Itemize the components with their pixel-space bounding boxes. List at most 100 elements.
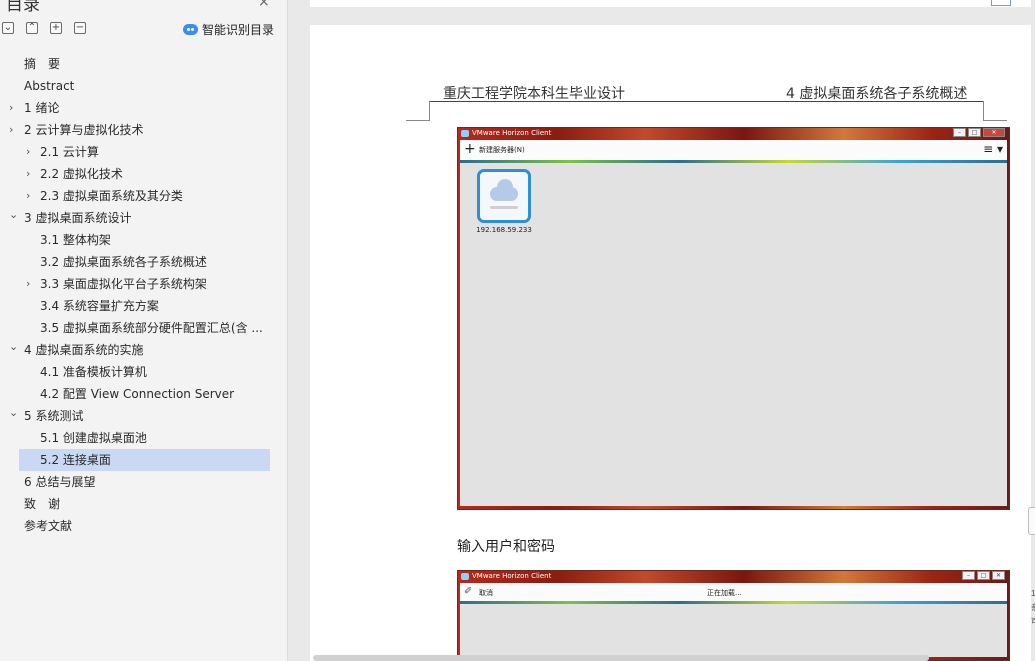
loading-status: 正在加载...: [707, 589, 742, 597]
toc-item-label: 2.3 虚拟桌面系统及其分类: [40, 189, 183, 203]
chevron-right-icon[interactable]: ›: [9, 119, 13, 141]
previous-page-bottom: [310, 0, 1031, 7]
horizon-app-icon: [461, 573, 469, 580]
toc-item[interactable]: 5.2 连接桌面: [19, 449, 270, 471]
toc-item[interactable]: › 2.1 云计算: [0, 141, 288, 163]
toc-item-label: 摘 要: [24, 57, 61, 71]
toc-item[interactable]: 5.1 创建虚拟桌面池: [0, 427, 288, 449]
chevron-right-icon[interactable]: ›: [26, 273, 30, 295]
menu-icon: ≡ ▾: [983, 142, 1003, 156]
toc-item-label: 3.3 桌面虚拟化平台子系统构架: [40, 277, 207, 291]
toc-item-label: 2 云计算与虚拟化技术: [24, 123, 144, 137]
chevron-down-icon[interactable]: ⌄: [9, 207, 18, 226]
toc-item-label: 2.2 虚拟化技术: [40, 167, 123, 181]
toc-list: 摘 要 Abstract › 1 绪论 › 2 云计算与虚拟化技术 › 2.1 云计算 › 2.2…: [0, 53, 288, 537]
toolbar-stripe: [460, 160, 1007, 163]
smart-toc-button[interactable]: 智能识别目录: [183, 21, 274, 38]
client-toolbar: ✐ 取消 正在加载...: [460, 583, 1007, 601]
remove-heading-icon[interactable]: −: [74, 22, 86, 34]
toc-item-label: 2.1 云计算: [40, 145, 99, 159]
toc-item[interactable]: ⌄ 4 虚拟桌面系统的实施: [0, 339, 288, 361]
add-heading-icon[interactable]: +: [50, 22, 62, 34]
horizontal-scrollbar[interactable]: [313, 655, 929, 661]
expand-all-icon[interactable]: ⌃: [26, 22, 38, 34]
toc-item[interactable]: Abstract: [0, 75, 288, 97]
crop-mark-right: [983, 101, 1007, 121]
new-server-label: 新建服务器(N): [479, 146, 525, 154]
chevron-right-icon[interactable]: ›: [9, 97, 13, 119]
toc-item-label: 5.2 连接桌面: [40, 453, 111, 467]
toc-item[interactable]: 致 谢: [0, 493, 288, 515]
toc-item-label: 3.1 整体构架: [40, 233, 111, 247]
window-title: VMware Horizon Client: [472, 129, 552, 137]
sidebar-title: 目录: [6, 0, 40, 15]
horizon-app-icon: [461, 130, 469, 137]
client-body: ✐ 取消 正在加载...: [460, 583, 1007, 657]
toc-item-label: 致 谢: [24, 497, 61, 511]
horizon-client-screenshot-loading: VMware Horizon Client – □ ✕ ✐ 取消 正在加载...: [457, 570, 1010, 661]
figure-caption: 输入用户和密码: [457, 539, 555, 555]
server-tile: 192.168.59.233: [476, 169, 532, 234]
page-header-left: 重庆工程学院本科生毕业设计: [443, 86, 625, 102]
toc-item[interactable]: 3.4 系统容量扩充方案: [0, 295, 288, 317]
minimize-icon: –: [962, 571, 975, 580]
client-body: + 新建服务器(N) ≡ ▾ 192.168.59.233: [460, 140, 1007, 506]
toc-item-label: 3.5 虚拟桌面系统部分硬件配置汇总(含 ...: [40, 321, 263, 335]
plus-icon: +: [464, 141, 476, 157]
toc-item[interactable]: 3.1 整体构架: [0, 229, 288, 251]
minimize-icon: –: [953, 128, 966, 137]
toc-item[interactable]: › 3.3 桌面虚拟化平台子系统构架: [0, 273, 288, 295]
toc-item-label: 1 绪论: [24, 101, 60, 115]
toc-item[interactable]: 6 总结与展望: [0, 471, 288, 493]
maximize-icon: □: [977, 571, 990, 580]
close-icon: ✕: [983, 128, 1005, 137]
cancel-label: 取消: [479, 589, 493, 597]
page-navigator-box[interactable]: [991, 0, 1011, 6]
toc-sidebar: 目录 × ⌄ ⌃ + − 智能识别目录 摘 要 Abstract › 1 绪论 › 2 云…: [0, 0, 288, 661]
window-title: VMware Horizon Client: [472, 572, 552, 580]
toc-item[interactable]: 3.5 虚拟桌面系统部分硬件配置汇总(含 ...: [0, 317, 288, 339]
chevron-right-icon[interactable]: ›: [26, 163, 30, 185]
toc-item-label: 参考文献: [24, 519, 73, 533]
server-icon-frame: [477, 169, 531, 223]
toc-item[interactable]: › 2 云计算与虚拟化技术: [0, 119, 288, 141]
toc-item[interactable]: 4.2 配置 View Connection Server: [0, 383, 288, 405]
toc-item[interactable]: › 2.3 虚拟桌面系统及其分类: [0, 185, 288, 207]
cancel-icon: ✐: [464, 586, 473, 597]
chevron-right-icon[interactable]: ›: [26, 141, 30, 163]
toc-toolbar: ⌄ ⌃ + −: [2, 22, 86, 34]
toc-item-label: 4.2 配置 View Connection Server: [40, 387, 235, 401]
collapse-all-icon[interactable]: ⌄: [2, 22, 14, 34]
toc-item-label: 5.1 创建虚拟桌面池: [40, 431, 147, 445]
toc-item[interactable]: 参考文献: [0, 515, 288, 537]
toc-item[interactable]: 摘 要: [0, 53, 288, 75]
toc-item-label: 3.2 虚拟桌面系统各子系统概述: [40, 255, 207, 269]
header-rule: [430, 101, 983, 102]
ai-assistant-icon: [183, 24, 198, 35]
toc-item[interactable]: ⌄ 5 系统测试: [0, 405, 288, 427]
toc-item[interactable]: 4.1 准备模板计算机: [0, 361, 288, 383]
close-icon[interactable]: ×: [258, 0, 270, 10]
chevron-down-icon[interactable]: ⌄: [9, 405, 18, 424]
toc-item-label: 4.1 准备模板计算机: [40, 365, 147, 379]
chevron-right-icon[interactable]: ›: [26, 185, 30, 207]
toc-item-label: 3.4 系统容量扩充方案: [40, 299, 159, 313]
toc-item-label: 3 虚拟桌面系统设计: [24, 211, 132, 225]
toc-item-label: 4 虚拟桌面系统的实施: [24, 343, 144, 357]
horizon-client-screenshot: VMware Horizon Client – □ ✕ + 新建服务器(N) ≡…: [457, 127, 1010, 510]
toc-item-label: 6 总结与展望: [24, 475, 96, 489]
side-panel-tab[interactable]: [1028, 507, 1035, 535]
maximize-icon: □: [968, 128, 981, 137]
smart-toc-label: 智能识别目录: [202, 23, 275, 37]
toc-item[interactable]: ⌄ 3 虚拟桌面系统设计: [0, 207, 288, 229]
page-header-right: 4 虚拟桌面系统各子系统概述: [786, 86, 968, 102]
toc-item-label: Abstract: [24, 79, 75, 93]
toc-item[interactable]: › 2.2 虚拟化技术: [0, 163, 288, 185]
toc-item[interactable]: 3.2 虚拟桌面系统各子系统概述: [0, 251, 288, 273]
close-icon: ✕: [992, 571, 1005, 580]
toc-item-label: 5 系统测试: [24, 409, 84, 423]
server-address: 192.168.59.233: [476, 226, 532, 234]
chevron-down-icon[interactable]: ⌄: [9, 339, 18, 358]
toc-item[interactable]: › 1 绪论: [0, 97, 288, 119]
edge-text: 1 亲 可: [1031, 589, 1035, 626]
